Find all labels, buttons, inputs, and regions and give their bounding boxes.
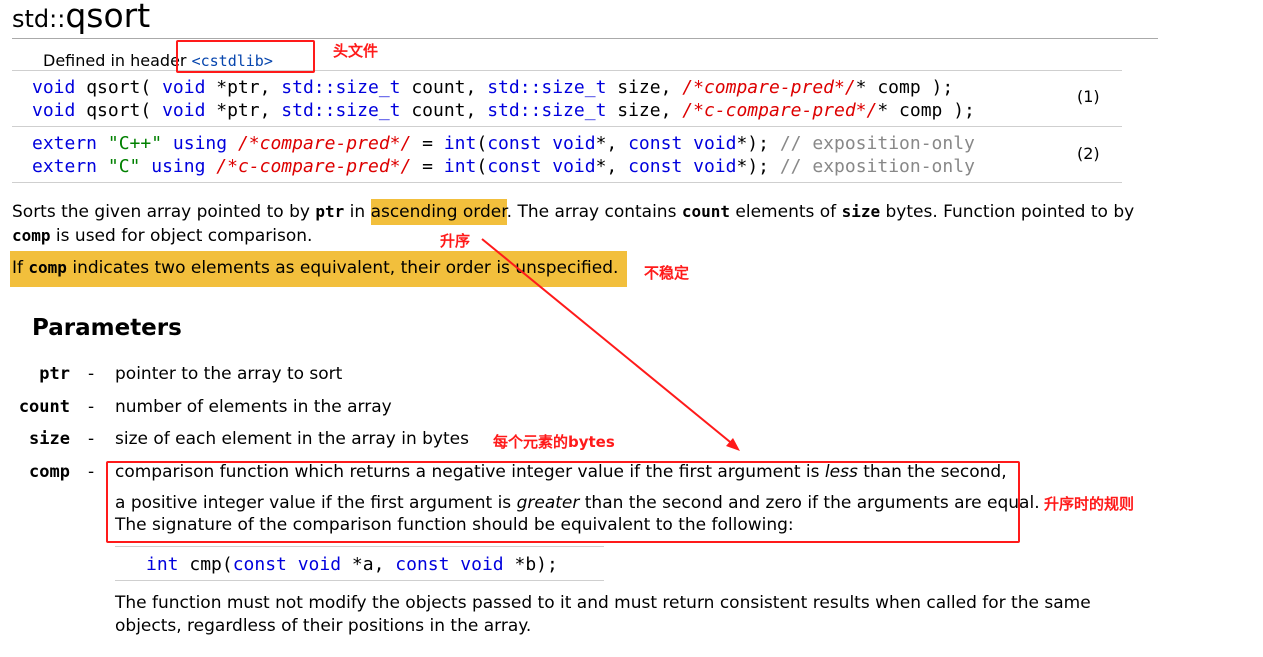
annotation-arrow <box>481 238 740 451</box>
arrow-line <box>481 238 736 447</box>
